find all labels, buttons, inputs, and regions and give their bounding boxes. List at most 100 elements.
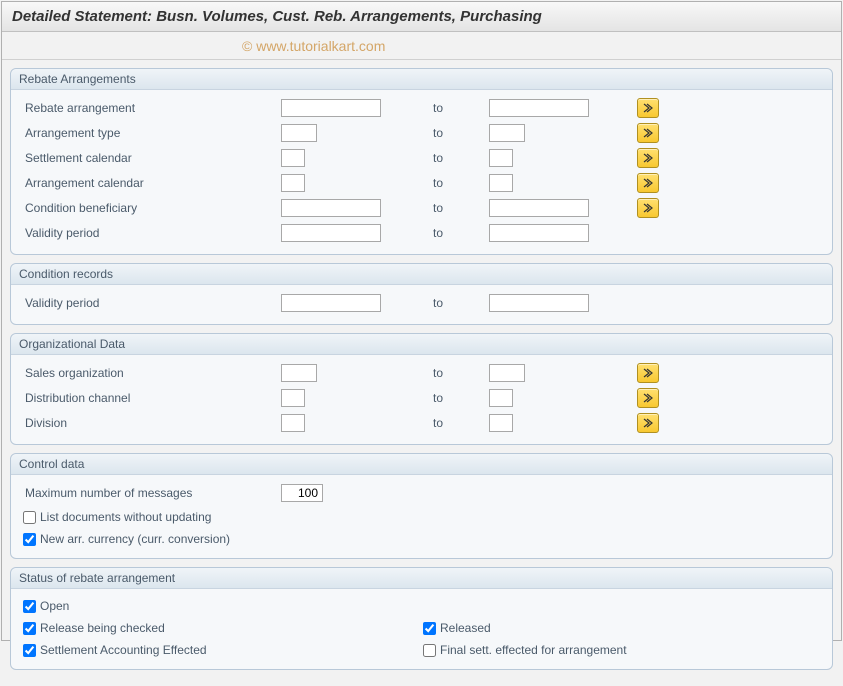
to-label: to [433, 151, 489, 165]
label-new-arr-currency[interactable]: New arr. currency (curr. conversion) [40, 532, 230, 546]
multiselect-button-sales-organization[interactable] [637, 363, 659, 383]
input-arrangement-type-to[interactable] [489, 124, 525, 142]
content-area: Rebate Arrangements Rebate arrangement t… [2, 60, 841, 686]
fieldset-control-data: Control data Maximum number of messages … [10, 453, 833, 559]
row-validity-period-cond: Validity period to [21, 291, 822, 315]
label-division: Division [21, 416, 281, 430]
arrow-right-icon [643, 153, 653, 163]
fieldset-status: Status of rebate arrangement Open Releas… [10, 567, 833, 670]
row-status-release: Release being checked Released [21, 617, 822, 639]
input-validity-period-cond-to[interactable] [489, 294, 589, 312]
input-settlement-calendar-from[interactable] [281, 149, 305, 167]
label-max-messages: Maximum number of messages [21, 486, 281, 500]
input-condition-beneficiary-from[interactable] [281, 199, 381, 217]
legend-condition-records: Condition records [11, 264, 832, 285]
arrow-right-icon [643, 203, 653, 213]
checkbox-settlement-accounting[interactable] [23, 644, 36, 657]
label-distribution-channel: Distribution channel [21, 391, 281, 405]
row-new-arr-currency: New arr. currency (curr. conversion) [21, 528, 822, 550]
checkbox-final-settlement[interactable] [423, 644, 436, 657]
input-sales-organization-from[interactable] [281, 364, 317, 382]
label-settlement-calendar: Settlement calendar [21, 151, 281, 165]
to-label: to [433, 366, 489, 380]
to-label: to [433, 201, 489, 215]
checkbox-release-being-checked[interactable] [23, 622, 36, 635]
input-rebate-arrangement-from[interactable] [281, 99, 381, 117]
arrow-right-icon [643, 368, 653, 378]
to-label: to [433, 126, 489, 140]
label-condition-beneficiary: Condition beneficiary [21, 201, 281, 215]
label-validity-period-rebate: Validity period [21, 226, 281, 240]
checkbox-new-arr-currency[interactable] [23, 533, 36, 546]
fieldset-rebate-arrangements: Rebate Arrangements Rebate arrangement t… [10, 68, 833, 255]
row-status-settlement: Settlement Accounting Effected Final set… [21, 639, 822, 661]
legend-control-data: Control data [11, 454, 832, 475]
to-label: to [433, 101, 489, 115]
row-distribution-channel: Distribution channel to [21, 386, 822, 410]
input-validity-period-rebate-to[interactable] [489, 224, 589, 242]
label-released[interactable]: Released [440, 621, 491, 635]
input-sales-organization-to[interactable] [489, 364, 525, 382]
row-sales-organization: Sales organization to [21, 361, 822, 385]
input-division-to[interactable] [489, 414, 513, 432]
row-condition-beneficiary: Condition beneficiary to [21, 196, 822, 220]
legend-rebate: Rebate Arrangements [11, 69, 832, 90]
row-settlement-calendar: Settlement calendar to [21, 146, 822, 170]
row-arrangement-calendar: Arrangement calendar to [21, 171, 822, 195]
to-label: to [433, 296, 489, 310]
multiselect-button-rebate-arrangement[interactable] [637, 98, 659, 118]
checkbox-open[interactable] [23, 600, 36, 613]
label-release-being-checked[interactable]: Release being checked [40, 621, 165, 635]
input-validity-period-cond-from[interactable] [281, 294, 381, 312]
input-arrangement-type-from[interactable] [281, 124, 317, 142]
row-status-open: Open [21, 595, 822, 617]
arrow-right-icon [643, 418, 653, 428]
multiselect-button-arrangement-calendar[interactable] [637, 173, 659, 193]
label-arrangement-calendar: Arrangement calendar [21, 176, 281, 190]
label-final-settlement[interactable]: Final sett. effected for arrangement [440, 643, 627, 657]
to-label: to [433, 391, 489, 405]
multiselect-button-division[interactable] [637, 413, 659, 433]
input-arrangement-calendar-from[interactable] [281, 174, 305, 192]
multiselect-button-arrangement-type[interactable] [637, 123, 659, 143]
input-validity-period-rebate-from[interactable] [281, 224, 381, 242]
input-distribution-channel-from[interactable] [281, 389, 305, 407]
multiselect-button-distribution-channel[interactable] [637, 388, 659, 408]
page-title: Detailed Statement: Busn. Volumes, Cust.… [2, 2, 841, 32]
label-sales-organization: Sales organization [21, 366, 281, 380]
input-arrangement-calendar-to[interactable] [489, 174, 513, 192]
checkbox-list-documents[interactable] [23, 511, 36, 524]
sap-screen: Detailed Statement: Busn. Volumes, Cust.… [1, 1, 842, 641]
arrow-right-icon [643, 128, 653, 138]
row-max-messages: Maximum number of messages [21, 481, 822, 505]
legend-status: Status of rebate arrangement [11, 568, 832, 589]
legend-org-data: Organizational Data [11, 334, 832, 355]
row-list-documents: List documents without updating [21, 506, 822, 528]
to-label: to [433, 176, 489, 190]
to-label: to [433, 226, 489, 240]
input-max-messages[interactable] [281, 484, 323, 502]
fieldset-condition-records: Condition records Validity period to [10, 263, 833, 325]
input-division-from[interactable] [281, 414, 305, 432]
to-label: to [433, 416, 489, 430]
multiselect-button-settlement-calendar[interactable] [637, 148, 659, 168]
arrow-right-icon [643, 178, 653, 188]
row-validity-period-rebate: Validity period to [21, 221, 822, 245]
row-rebate-arrangement: Rebate arrangement to [21, 96, 822, 120]
input-condition-beneficiary-to[interactable] [489, 199, 589, 217]
label-open[interactable]: Open [40, 599, 69, 613]
arrow-right-icon [643, 103, 653, 113]
arrow-right-icon [643, 393, 653, 403]
fieldset-organizational-data: Organizational Data Sales organization t… [10, 333, 833, 445]
multiselect-button-condition-beneficiary[interactable] [637, 198, 659, 218]
row-division: Division to [21, 411, 822, 435]
input-settlement-calendar-to[interactable] [489, 149, 513, 167]
label-settlement-accounting[interactable]: Settlement Accounting Effected [40, 643, 207, 657]
checkbox-released[interactable] [423, 622, 436, 635]
watermark-text: © www.tutorialkart.com [242, 38, 385, 54]
label-list-documents[interactable]: List documents without updating [40, 510, 211, 524]
toolbar: © www.tutorialkart.com [2, 32, 841, 60]
input-distribution-channel-to[interactable] [489, 389, 513, 407]
input-rebate-arrangement-to[interactable] [489, 99, 589, 117]
row-arrangement-type: Arrangement type to [21, 121, 822, 145]
